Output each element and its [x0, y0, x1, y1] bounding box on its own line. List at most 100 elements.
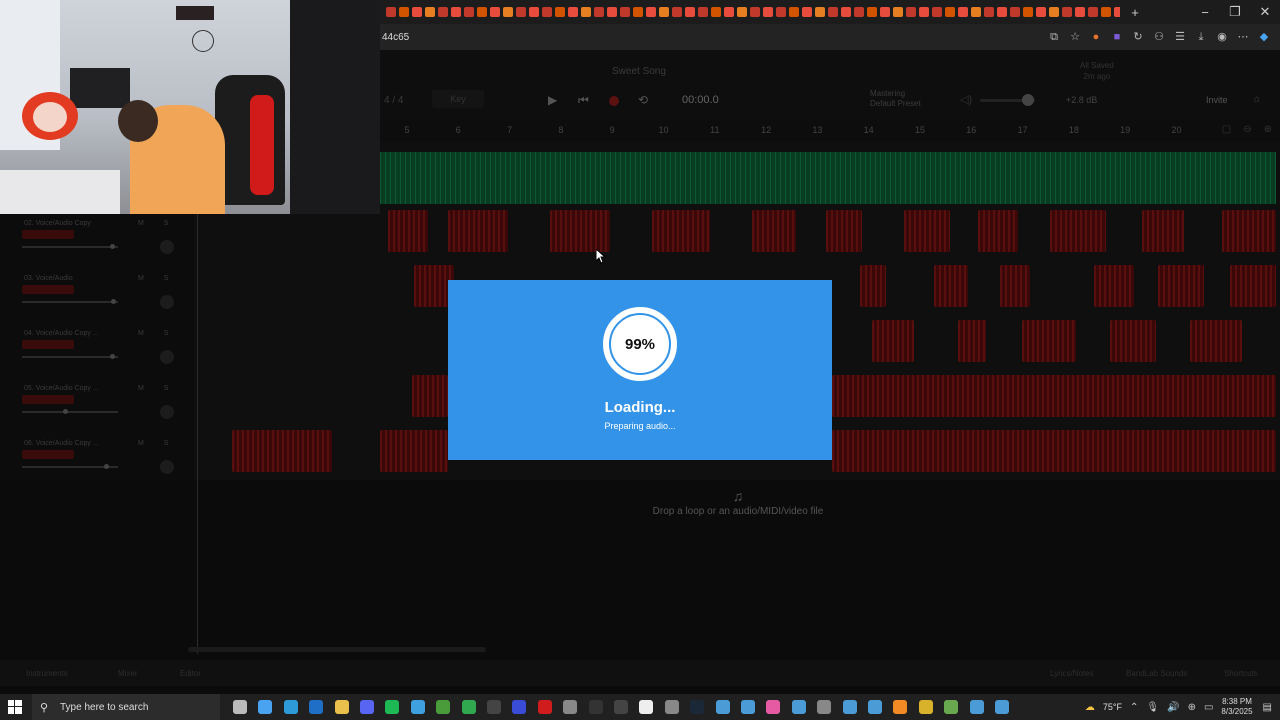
mastering-selector[interactable]: Mastering Default Preset: [850, 89, 921, 109]
record-button[interactable]: [609, 96, 619, 106]
network-icon[interactable]: ⊕: [1188, 702, 1196, 713]
audio-clip[interactable]: [832, 430, 1276, 472]
weather-text[interactable]: 75°F: [1103, 702, 1122, 712]
audio-clip-green[interactable]: [380, 152, 1276, 204]
audio-clip[interactable]: [860, 265, 886, 307]
audio-clip[interactable]: [1222, 210, 1276, 252]
browser-tab[interactable]: [412, 7, 422, 17]
browser-tab[interactable]: [854, 7, 864, 17]
app-icon[interactable]: [842, 700, 857, 714]
master-volume-knob[interactable]: [1022, 94, 1034, 106]
browser-tab[interactable]: [867, 7, 877, 17]
browser-tab[interactable]: [1023, 7, 1033, 17]
browser-tab[interactable]: [1075, 7, 1085, 17]
fit-icon[interactable]: ▢: [1222, 124, 1231, 135]
audio-clip[interactable]: [978, 210, 1018, 252]
windows-start-icon[interactable]: [8, 700, 22, 714]
browser-tab[interactable]: [711, 7, 721, 17]
favorites-icon[interactable]: ☰: [1174, 31, 1186, 43]
download-icon[interactable]: ⤓: [1195, 31, 1207, 43]
audio-clip[interactable]: [872, 320, 914, 362]
clock[interactable]: 8:38 PM 8/3/2025: [1221, 697, 1252, 717]
browser-tab[interactable]: [451, 7, 461, 17]
address-bar[interactable]: 44c65 ⧉ ☆ ● ■ ↻ ⚇ ☰ ⤓ ◉ ⋯ ◆: [380, 24, 1280, 50]
browser-tab[interactable]: [841, 7, 851, 17]
app-icon[interactable]: [791, 700, 806, 714]
track-pan-knob[interactable]: [160, 295, 174, 309]
browser-tab[interactable]: [958, 7, 968, 17]
track-name[interactable]: 05. Voice/Audio Copy ...: [24, 385, 99, 392]
browser-tab[interactable]: [1062, 7, 1072, 17]
shortcuts-button[interactable]: Shortcuts: [1224, 669, 1258, 678]
play-button[interactable]: ▶: [548, 93, 557, 107]
task-view-icon[interactable]: [233, 700, 247, 714]
steam-icon[interactable]: [690, 700, 705, 714]
track-name[interactable]: 02. Voice/Audio Copy: [24, 220, 91, 227]
restore-button[interactable]: ❐: [1220, 4, 1250, 20]
browser-tab[interactable]: [737, 7, 747, 17]
translate-icon[interactable]: ⧉: [1048, 31, 1060, 43]
track-volume-slider[interactable]: [22, 354, 118, 359]
microphone-icon[interactable]: 🎙: [1146, 702, 1159, 713]
browser-tab[interactable]: [984, 7, 994, 17]
app-icon[interactable]: [893, 700, 908, 714]
browser-tab[interactable]: [1036, 7, 1046, 17]
track-name[interactable]: 04. Voice/Audio Copy ...: [24, 330, 99, 337]
track-volume-slider[interactable]: [22, 244, 118, 249]
browser-tab[interactable]: [1010, 7, 1020, 17]
audio-clip[interactable]: [832, 375, 1276, 417]
browser-tab[interactable]: [490, 7, 500, 17]
browser-tab[interactable]: [464, 7, 474, 17]
extension-icon[interactable]: ●: [1090, 31, 1102, 43]
itunes-icon[interactable]: [766, 700, 781, 714]
browser-tab[interactable]: [568, 7, 578, 17]
app-icon[interactable]: [918, 700, 933, 714]
track-volume-knob[interactable]: [110, 244, 116, 249]
browser-tab[interactable]: [685, 7, 695, 17]
track-instrument-tag[interactable]: [22, 340, 74, 349]
browser-tab[interactable]: [529, 7, 539, 17]
obs-icon[interactable]: [487, 700, 501, 714]
mute-solo-buttons[interactable]: M S: [138, 440, 177, 447]
taskbar-search-box[interactable]: ⚲ Type here to search: [32, 694, 220, 720]
track-instrument-tag[interactable]: [22, 230, 74, 239]
discord-icon[interactable]: [360, 700, 374, 714]
xbox-icon[interactable]: [461, 700, 476, 714]
browser-tab[interactable]: [555, 7, 565, 17]
audio-clip[interactable]: [1158, 265, 1204, 307]
browser-tab[interactable]: [815, 7, 825, 17]
app-icon[interactable]: [969, 700, 984, 714]
timeline-ruler[interactable]: 5 6 7 8 9 10 11 12 13 14 15 16 17 18 19 20 ▢ ⊖ ⊕: [380, 120, 1280, 142]
file-explorer-icon[interactable]: [334, 700, 349, 714]
rewind-button[interactable]: ⏮: [578, 93, 589, 108]
close-window-button[interactable]: ✕: [1250, 4, 1280, 20]
audio-clip[interactable]: [1110, 320, 1156, 362]
browser-tab[interactable]: [789, 7, 799, 17]
browser-tab[interactable]: [581, 7, 591, 17]
browser-tab[interactable]: [425, 7, 435, 17]
browser-tab[interactable]: [750, 7, 760, 17]
mute-solo-buttons[interactable]: M S: [138, 275, 177, 282]
mixer-button[interactable]: Mixer: [118, 669, 138, 678]
browser-tab[interactable]: [646, 7, 656, 17]
track-volume-knob[interactable]: [104, 464, 110, 469]
audio-clip[interactable]: [1050, 210, 1106, 252]
app-icon[interactable]: [817, 700, 832, 714]
browser-tab[interactable]: [477, 7, 487, 17]
audio-clip[interactable]: [958, 320, 986, 362]
loop-button[interactable]: ⟲: [638, 93, 648, 107]
song-title[interactable]: Sweet Song: [612, 66, 666, 77]
key-button[interactable]: Key: [432, 90, 484, 108]
browser-tab[interactable]: [633, 7, 643, 17]
browser-tab[interactable]: [594, 7, 604, 17]
browser-tab[interactable]: [945, 7, 955, 17]
audio-clip[interactable]: [1022, 320, 1076, 362]
instruments-button[interactable]: Instruments: [26, 669, 68, 678]
bandlab-sounds-button[interactable]: BandLab Sounds: [1126, 669, 1187, 678]
track-pan-knob[interactable]: [160, 350, 174, 364]
copilot-icon[interactable]: [258, 700, 273, 714]
track-volume-slider[interactable]: [22, 409, 118, 414]
profile-icon[interactable]: ◉: [1216, 31, 1228, 43]
audio-clip[interactable]: [1142, 210, 1184, 252]
browser-tab[interactable]: [880, 7, 890, 17]
